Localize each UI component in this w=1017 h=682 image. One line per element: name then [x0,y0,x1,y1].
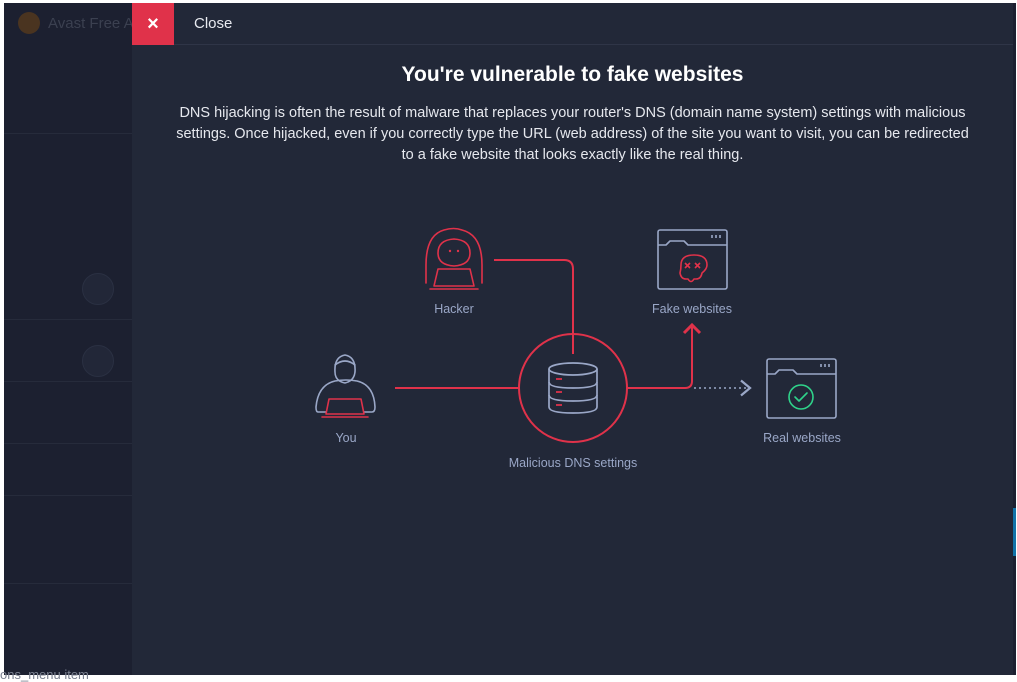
sidebar-divider [4,443,132,444]
globe-icon [82,345,114,377]
dns-hijack-info-panel: × Close You're vulnerable to fake websit… [132,3,1013,675]
real-websites-label: Real websites [763,431,841,445]
sidebar-divider [4,583,132,584]
you-label: You [335,431,357,445]
browser-checkmark-icon [766,358,837,419]
dns-hijack-diagram [315,227,837,443]
fake-websites-label: Fake websites [652,302,732,316]
avast-logo-icon [18,12,40,34]
router-icon [82,273,114,305]
dns-to-fake-line [626,322,702,389]
browser-skull-icon [657,229,728,290]
sidebar-divider [4,319,132,320]
hacker-label: Hacker [434,302,474,316]
background-titlebar: Avast Free A [4,3,146,43]
background-app-title: Avast Free A [48,14,134,32]
hooded-hacker-laptop-icon [425,227,483,290]
sidebar-divider [4,133,132,134]
dns-label: Malicious DNS settings [508,456,638,470]
sidebar-divider [4,495,132,496]
hacker-to-dns-line [494,259,574,354]
user-laptop-icon [315,354,376,418]
sidebar-divider [4,381,132,382]
